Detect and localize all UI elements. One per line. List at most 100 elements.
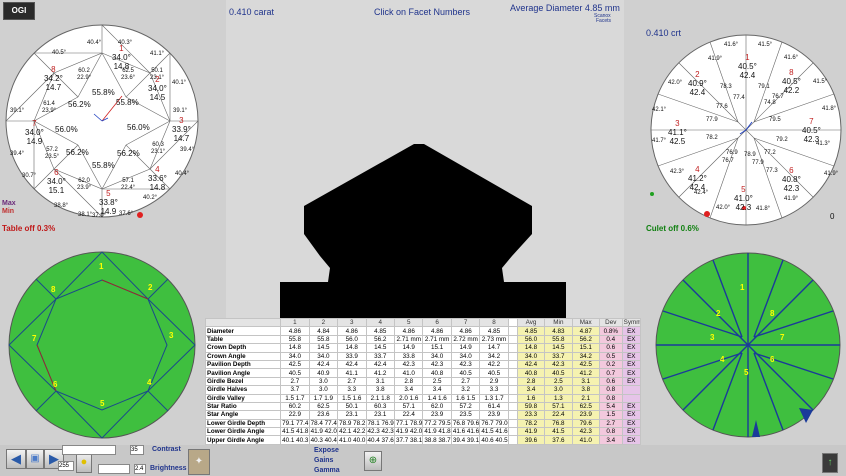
table-cell: 0.5 <box>598 351 623 361</box>
crown-main-6[interactable]: 6 34.0° 15.1 <box>47 168 66 195</box>
table-cell: 2.8 <box>516 376 546 387</box>
pav-main-3[interactable]: 3 41.1° 42.5 <box>668 119 687 146</box>
crown-outer-label: 39.1° <box>10 108 25 114</box>
table-cell: 34.0 <box>450 351 481 361</box>
pav-outer-label: 41.5° <box>758 42 773 48</box>
table-cell: 77.2 79.5 <box>422 418 452 429</box>
camera-button[interactable]: ▣ <box>26 449 44 469</box>
table-cell: 2.71 mm <box>422 334 452 345</box>
brightness-label: Brightness <box>150 465 187 472</box>
exit-button[interactable]: ↑ <box>822 453 838 473</box>
zoom-button[interactable]: ⊕ <box>364 451 382 471</box>
value-255-field[interactable]: 255 <box>58 461 74 471</box>
table-cell: 2.1 <box>571 393 600 403</box>
table-pct: 56.2% <box>117 149 140 158</box>
back-arrow-button[interactable]: ◀ <box>6 449 26 469</box>
table-cell: 14.8 <box>516 343 546 353</box>
brightness-value[interactable]: 2.4 <box>134 464 146 474</box>
table-cell: 22.4 <box>393 410 424 420</box>
table-cell: 2.7 <box>280 376 310 387</box>
crown-outer-label: 40.5° <box>52 50 67 56</box>
pav-outer-label: 42.1° <box>652 107 667 113</box>
column-header <box>507 317 518 328</box>
pav-outer-label: 41.9° <box>708 56 723 62</box>
table-cell: 0.8 <box>598 427 623 437</box>
pav-main-5[interactable]: 5 41.0° 42.3 <box>734 185 753 212</box>
table-cell: 55.8 <box>544 334 573 345</box>
contrast-slider[interactable] <box>62 445 116 455</box>
table-cell: 40.5 <box>479 368 509 378</box>
pav-outer-label: 41.9° <box>824 171 839 177</box>
table-cell: 40.5 <box>280 368 310 378</box>
table-cell: 23.1 <box>365 410 395 420</box>
table-cell: 57.1 <box>393 401 424 412</box>
table-cell: 42.3 <box>393 359 424 370</box>
pav-main-7[interactable]: 7 40.5° 42.3 <box>802 117 821 144</box>
table-cell: 42.1 42.2 <box>337 427 367 437</box>
table-cell: 57.1 <box>544 401 573 412</box>
table-cell: 4.85 <box>479 326 509 336</box>
table-cell: EX <box>621 359 642 370</box>
facet-number: 5 <box>741 185 746 194</box>
table-cell: 78.4 77.4 <box>308 418 339 429</box>
table-pct: 55.8% <box>92 161 115 170</box>
gamma-label[interactable]: Gamma <box>314 467 340 474</box>
table-cell: 14.8 <box>280 343 310 353</box>
lgf-label: 79.2 <box>776 137 788 143</box>
table-cell: 3.0 <box>544 385 573 395</box>
table-cell: 41.1 <box>337 368 367 378</box>
table-cell: 0.8 <box>598 385 623 395</box>
pav-main-2[interactable]: 2 40.9° 42.4 <box>688 70 707 97</box>
table-cell: 3.4 <box>516 385 546 395</box>
table-cell: 3.0 <box>308 376 339 387</box>
table-cell: 2.9 <box>479 376 509 387</box>
column-header <box>204 317 282 328</box>
crown-main-7[interactable]: 7 34.0° 14.9 <box>25 119 44 146</box>
contrast-value[interactable]: 35 <box>130 445 144 455</box>
column-header: 7 <box>450 317 481 328</box>
expose-label[interactable]: Expose <box>314 447 339 454</box>
table-cell: 23.3 <box>516 410 546 420</box>
facet-label-5: 5 <box>100 399 105 408</box>
table-pct: 56.0% <box>55 125 78 134</box>
pav-outer-label: 41.9° <box>784 196 799 202</box>
table-cell <box>507 393 518 403</box>
table-cell: 34.0 <box>280 351 310 361</box>
table-cell: 23.9 <box>422 410 452 420</box>
table-cell <box>507 343 518 353</box>
facet-number: 5 <box>106 189 111 198</box>
pav-main-6[interactable]: 6 40.8° 42.3 <box>782 166 801 193</box>
table-cell: 2.71 mm <box>393 334 424 345</box>
pav-main-8[interactable]: 8 40.5° 42.2 <box>782 68 801 95</box>
table-cell: 55.8 <box>308 334 339 345</box>
crown-main-3[interactable]: 3 33.9° 14.7 <box>172 116 191 143</box>
gains-label[interactable]: Gains <box>314 457 333 464</box>
bottom-toolbar: ◀ ▣ ▶ 255 ● 35 Contrast 2.4 Brightness ✦… <box>0 445 846 476</box>
table-cell: 0.7 <box>598 368 623 378</box>
table-cell: 41.2 <box>365 368 395 378</box>
table-cell: 15.1 <box>422 343 452 353</box>
table-cell <box>507 376 518 387</box>
table-cell: 14.5 <box>544 343 573 353</box>
crown-main-8[interactable]: 8 34.2° 14.7 <box>44 65 63 92</box>
diamond-silhouette <box>280 144 566 318</box>
crown-main-4[interactable]: 4 33.6° 14.8 <box>148 165 167 192</box>
facet-label-2: 2 <box>148 283 153 292</box>
brightness-slider[interactable] <box>98 464 130 474</box>
profile-view[interactable]: 0.410 carat Click on Facet Numbers Avera… <box>226 0 624 318</box>
table-cell: 2.72 mm <box>450 334 481 345</box>
crown-main-1[interactable]: 1 34.0° 14.8 <box>112 44 131 71</box>
table-cell: 0.4 <box>598 334 623 345</box>
column-header: 1 <box>280 317 310 328</box>
table-cell: 0.6 <box>598 343 623 353</box>
pav-main-1[interactable]: 1 40.5° 42.4 <box>738 53 757 80</box>
table-row: Girdle Valley 1.5 1.7 1.7 1.9 1.5 1.6 2.1 1.… <box>204 393 642 403</box>
table-cell: 41.0 <box>393 368 424 378</box>
tool-button[interactable]: ✦ <box>188 449 210 475</box>
crown-main-5[interactable]: 5 33.8° 14.9 <box>99 189 118 216</box>
wand-icon: ✦ <box>194 456 204 467</box>
pav-main-4[interactable]: 4 41.2° 42.4 <box>688 165 707 192</box>
table-cell: 42.3 <box>450 359 481 370</box>
table-cell: 41.0 <box>571 435 600 445</box>
facet-number: 6 <box>789 166 794 175</box>
